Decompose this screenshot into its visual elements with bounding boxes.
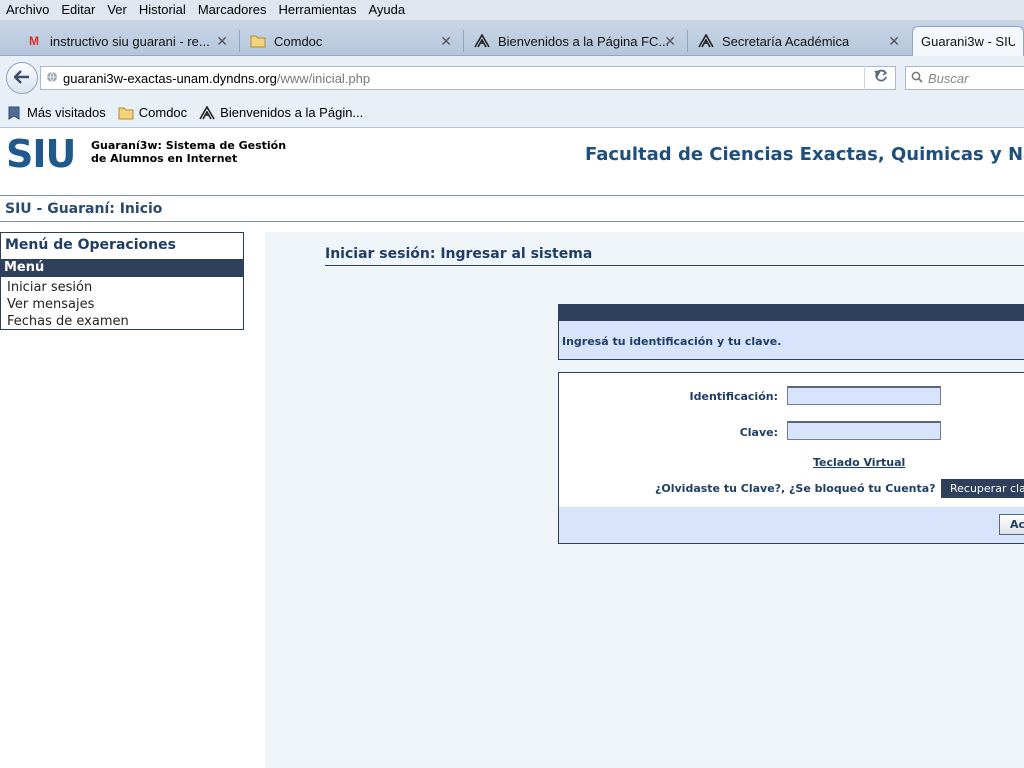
- tab-separator: [239, 30, 240, 52]
- forgot-password-text: ¿Olvidaste tu Clave?, ¿Se bloqueó tu Cue…: [655, 482, 936, 495]
- search-icon: [906, 71, 928, 86]
- bookmark-label: Más visitados: [27, 105, 106, 120]
- faculty-title: Facultad de Ciencias Exactas, Quimicas y…: [585, 144, 1024, 165]
- search-placeholder: Buscar: [928, 70, 969, 86]
- tab-title: Comdoc: [274, 33, 323, 49]
- bookmarks-bar: Más visitados Comdoc Bienvenidos a la Pá…: [0, 98, 1024, 128]
- close-icon[interactable]: ✕: [888, 33, 900, 50]
- close-icon[interactable]: ✕: [216, 33, 228, 50]
- site-header: SIU Guaraní3w: Sistema de Gestión de Alu…: [0, 128, 1024, 196]
- page-title: SIU - Guaraní: Inicio: [5, 201, 163, 217]
- back-button[interactable]: [6, 62, 38, 94]
- folder-icon: [118, 105, 134, 121]
- bookmark-label: Bienvenidos a la Págin...: [220, 105, 364, 120]
- menu-heading: Menú de Operaciones: [5, 237, 176, 253]
- reload-button[interactable]: [864, 66, 896, 90]
- password-label: Clave:: [739, 426, 778, 439]
- search-input[interactable]: Buscar: [905, 66, 1024, 90]
- menu-herramientas[interactable]: Herramientas: [272, 0, 362, 20]
- tab-title: Guarani3w - SIU -: [921, 34, 1015, 49]
- message-box: Ingresá tu identificación y tu clave.: [558, 304, 1024, 360]
- url-bar[interactable]: guarani3w-exactas-unam.dyndns.org/www/in…: [40, 66, 896, 90]
- tab-gmail[interactable]: M instructivo siu guarani - re... ✕: [18, 26, 240, 56]
- url-path: /www/inicial.php: [276, 70, 371, 86]
- menu-ayuda[interactable]: Ayuda: [362, 0, 411, 20]
- password-input[interactable]: [787, 421, 941, 440]
- system-name: Guaraní3w: Sistema de Gestión de Alumnos…: [91, 139, 286, 165]
- recover-password-button[interactable]: Recuperar cla: [941, 479, 1024, 498]
- accept-button[interactable]: Ac: [999, 514, 1024, 535]
- virtual-keyboard-link[interactable]: Teclado Virtual: [813, 456, 905, 469]
- menu-item-ver-mensajes[interactable]: Ver mensajes: [7, 296, 129, 313]
- arrow-left-icon: [13, 68, 30, 89]
- operations-menu: Menú de Operaciones Menú Iniciar sesión …: [0, 232, 244, 330]
- bookmark-comdoc[interactable]: Comdoc: [118, 105, 187, 121]
- bookmark-bienvenidos[interactable]: Bienvenidos a la Págin...: [199, 105, 363, 121]
- unam-logo-icon: [199, 105, 215, 121]
- browser-menu-bar: Archivo Editar Ver Historial Marcadores …: [0, 0, 1024, 20]
- tab-strip: M instructivo siu guarani - re... ✕ Comd…: [0, 20, 1024, 56]
- unam-logo-icon: [474, 33, 490, 49]
- tab-guarani-active[interactable]: Guarani3w - SIU -: [912, 26, 1024, 56]
- close-icon[interactable]: ✕: [664, 33, 676, 50]
- login-form: Identificación: Clave: Teclado Virtual ¿…: [558, 372, 1024, 544]
- web-page: SIU Guaraní3w: Sistema de Gestión de Alu…: [0, 128, 1024, 768]
- tab-comdoc[interactable]: Comdoc ✕: [242, 26, 464, 56]
- id-input[interactable]: [787, 386, 941, 405]
- bookmark-mas-visitados[interactable]: Más visitados: [6, 105, 106, 121]
- close-icon[interactable]: ✕: [440, 33, 452, 50]
- tab-secretaria[interactable]: Secretaría Académica ✕: [690, 26, 912, 56]
- siu-logo: SIU: [6, 132, 76, 176]
- menu-item-fechas-examen[interactable]: Fechas de examen: [7, 313, 129, 330]
- menu-item-iniciar-sesion[interactable]: Iniciar sesión: [7, 279, 129, 296]
- tab-separator: [463, 30, 464, 52]
- page-title-bar: SIU - Guaraní: Inicio: [0, 196, 1024, 222]
- id-label: Identificación:: [689, 390, 778, 403]
- tab-bienvenidos[interactable]: Bienvenidos a la Página FC... ✕: [466, 26, 688, 56]
- globe-icon: [41, 71, 63, 86]
- reload-icon: [874, 69, 888, 87]
- bookmark-icon: [6, 105, 22, 121]
- url-host: guarani3w-exactas-unam.dyndns.org: [63, 70, 277, 86]
- form-footer: Ac: [559, 507, 1024, 543]
- divider: [325, 265, 1024, 266]
- tab-separator: [687, 30, 688, 52]
- menu-ver[interactable]: Ver: [101, 0, 133, 20]
- message-band: [559, 305, 1024, 321]
- menu-archivo[interactable]: Archivo: [0, 0, 55, 20]
- navigation-bar: guarani3w-exactas-unam.dyndns.org/www/in…: [0, 56, 1024, 98]
- menu-editar[interactable]: Editar: [55, 0, 101, 20]
- folder-icon: [250, 33, 266, 49]
- bookmark-label: Comdoc: [138, 105, 188, 120]
- tab-title: Bienvenidos a la Página FC...: [498, 33, 670, 49]
- menu-marcadores[interactable]: Marcadores: [192, 0, 273, 20]
- main-content: Iniciar sesión: Ingresar al sistema Ingr…: [265, 232, 1024, 768]
- login-title: Iniciar sesión: Ingresar al sistema: [325, 246, 593, 262]
- tab-title: Secretaría Académica: [722, 33, 850, 49]
- login-message: Ingresá tu identificación y tu clave.: [562, 335, 782, 348]
- unam-logo-icon: [698, 33, 714, 49]
- gmail-icon: M: [29, 34, 39, 48]
- tab-title: instructivo siu guarani - re...: [50, 33, 210, 49]
- menu-items: Iniciar sesión Ver mensajes Fechas de ex…: [7, 279, 129, 330]
- system-name-line2: de Alumnos en Internet: [91, 152, 238, 165]
- menu-band: Menú: [1, 259, 243, 277]
- system-name-line1: Guaraní3w: Sistema de Gestión: [91, 139, 287, 152]
- menu-historial[interactable]: Historial: [133, 0, 192, 20]
